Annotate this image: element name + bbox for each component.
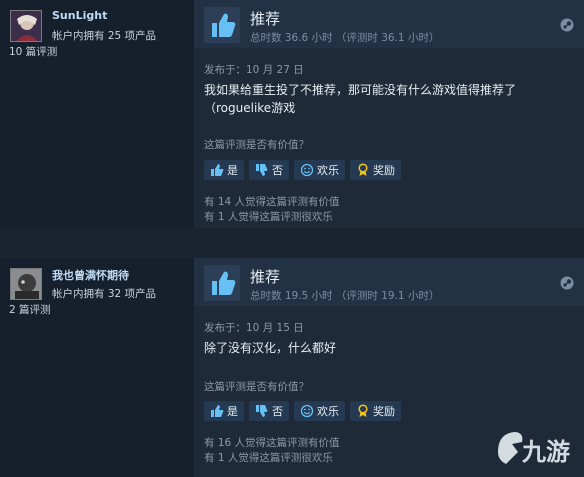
thumbs-up-icon (211, 405, 224, 417)
vote-yes-button[interactable]: 是 (204, 401, 244, 421)
vote-funny-label: 欢乐 (317, 164, 339, 177)
author-name[interactable]: 我也曾满怀期待 (52, 267, 129, 283)
vote-funny-button[interactable]: 欢乐 (294, 160, 345, 180)
smiley-icon (300, 404, 314, 418)
thumbs-up-icon (211, 164, 224, 176)
avatar-image (11, 269, 41, 299)
smiley-icon (300, 163, 314, 177)
helpful-stat: 有 14 人觉得这篇评测有价值 (204, 196, 340, 208)
vote-yes-label: 是 (227, 164, 238, 177)
vote-buttons: 是 否 欢乐 奖励 (204, 160, 401, 180)
helpful-question: 这篇评测是否有价值？ (204, 381, 309, 393)
hours-played: 总时数 19.5 小时 （评测时 19.1 小时） (250, 290, 440, 302)
review-header[interactable]: 推荐 总时数 19.5 小时 （评测时 19.1 小时） (194, 258, 584, 306)
products-owned[interactable]: 帐户内拥有 32 项产品 (52, 286, 156, 301)
thumbs-up-icon (204, 7, 240, 43)
helpful-stat: 有 16 人觉得这篇评测有价值 (204, 437, 340, 449)
award-icon (358, 404, 368, 417)
review-count[interactable]: 10 篇评测 (9, 44, 57, 59)
helpful-question: 这篇评测是否有价值？ (204, 139, 309, 151)
posted-date: 发布于：10 月 27 日 (204, 64, 304, 76)
vote-no-label: 否 (272, 405, 283, 418)
avatar[interactable] (10, 268, 42, 300)
thumbs-down-icon (256, 405, 268, 417)
products-owned[interactable]: 帐户内拥有 25 项产品 (52, 28, 156, 43)
watermark-text: 九游 (522, 438, 570, 466)
vote-no-button[interactable]: 否 (249, 401, 289, 421)
posted-date: 发布于：10 月 15 日 (204, 322, 304, 334)
award-button[interactable]: 奖励 (350, 401, 401, 421)
award-icon (358, 163, 368, 176)
steam-icon (560, 18, 574, 32)
avatar[interactable] (10, 10, 42, 42)
review-text: 除了没有汉化，什么都好 (204, 341, 337, 355)
recommendation-title: 推荐 (250, 10, 281, 28)
hours-played: 总时数 36.6 小时 （评测时 36.1 小时） (250, 32, 440, 44)
funny-stat: 有 1 人觉得这篇评测很欢乐 (204, 452, 333, 464)
thumbs-up-icon (204, 265, 240, 301)
author-name[interactable]: SunLight (52, 9, 107, 22)
funny-stat: 有 1 人觉得这篇评测很欢乐 (204, 211, 333, 223)
award-button[interactable]: 奖励 (350, 160, 401, 180)
award-label: 奖励 (373, 164, 395, 177)
vote-yes-label: 是 (227, 405, 238, 418)
reviewer-info: SunLight 帐户内拥有 25 项产品 10 篇评测 (0, 0, 190, 228)
vote-buttons: 是 否 欢乐 奖励 (204, 401, 401, 421)
review-card: SunLight 帐户内拥有 25 项产品 10 篇评测 推荐 总时数 36.6… (0, 0, 584, 228)
vote-funny-button[interactable]: 欢乐 (294, 401, 345, 421)
vote-funny-label: 欢乐 (317, 405, 339, 418)
vote-no-label: 否 (272, 164, 283, 177)
review-count[interactable]: 2 篇评测 (9, 302, 51, 317)
review-header[interactable]: 推荐 总时数 36.6 小时 （评测时 36.1 小时） (194, 0, 584, 48)
review-separator (0, 228, 584, 258)
vote-no-button[interactable]: 否 (249, 160, 289, 180)
steam-icon (560, 276, 574, 290)
thumbs-down-icon (256, 164, 268, 176)
vote-yes-button[interactable]: 是 (204, 160, 244, 180)
award-label: 奖励 (373, 405, 395, 418)
review-body: 推荐 总时数 36.6 小时 （评测时 36.1 小时） 发布于：10 月 27… (194, 0, 584, 228)
review-text: 我如果给重生投了不推荐，那可能没有什么游戏值得推荐了（roguelike游戏 (204, 83, 517, 115)
avatar-image (11, 11, 41, 41)
recommendation-title: 推荐 (250, 268, 281, 286)
reviewer-info: 我也曾满怀期待 帐户内拥有 32 项产品 2 篇评测 (0, 258, 190, 477)
